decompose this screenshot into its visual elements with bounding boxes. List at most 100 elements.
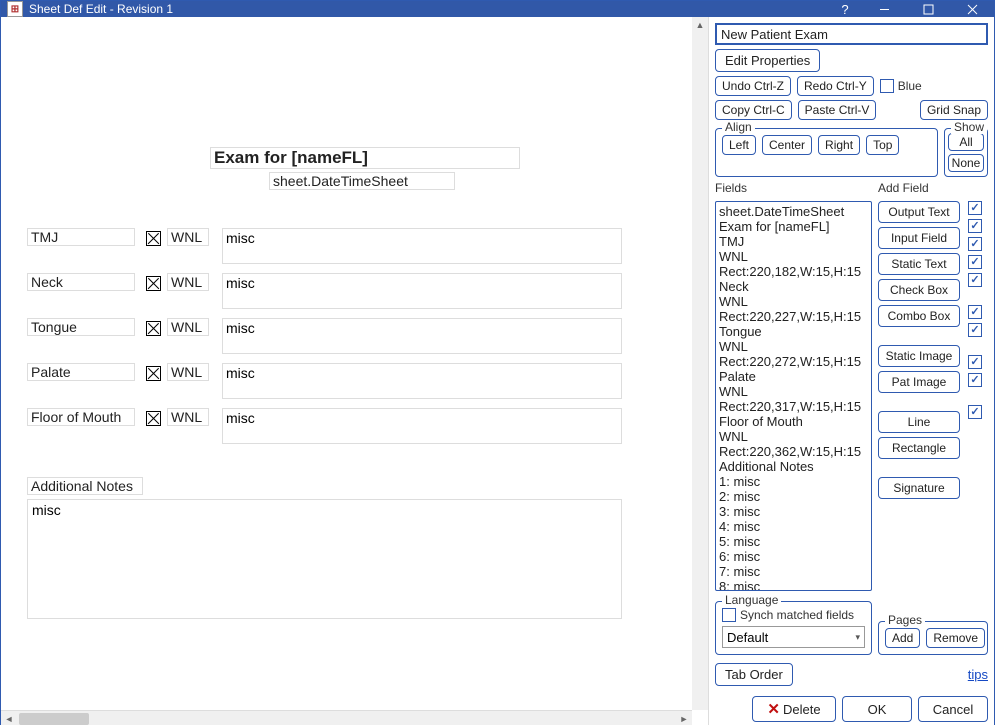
fields-list-item[interactable]: WNL bbox=[719, 429, 868, 444]
tips-link[interactable]: tips bbox=[968, 667, 988, 682]
add-signature-button[interactable]: Signature bbox=[878, 477, 960, 499]
h-scrollbar[interactable]: ◄ ► bbox=[1, 710, 692, 725]
tab-order-button[interactable]: Tab Order bbox=[715, 663, 793, 686]
fields-list-item[interactable]: WNL bbox=[719, 384, 868, 399]
fields-list-item[interactable]: Rect:220,272,W:15,H:15 bbox=[719, 354, 868, 369]
add-checkbox-button[interactable]: Check Box bbox=[878, 279, 960, 301]
h-scroll-thumb[interactable] bbox=[19, 713, 89, 725]
close-button[interactable] bbox=[950, 1, 994, 17]
fields-list-item[interactable]: Rect:220,317,W:15,H:15 bbox=[719, 399, 868, 414]
fields-list-item[interactable]: Palate bbox=[719, 369, 868, 384]
fields-list-item[interactable]: 6: misc bbox=[719, 549, 868, 564]
row-wnl-floor[interactable]: WNL bbox=[167, 408, 209, 426]
blue-checkbox[interactable]: Blue bbox=[880, 79, 922, 93]
page-add-button[interactable]: Add bbox=[885, 628, 920, 648]
paste-button[interactable]: Paste Ctrl-V bbox=[798, 100, 877, 120]
scroll-left-icon[interactable]: ◄ bbox=[1, 711, 17, 725]
row-check-palate[interactable] bbox=[146, 366, 161, 381]
undo-button[interactable]: Undo Ctrl-Z bbox=[715, 76, 791, 96]
row-misc-floor[interactable]: misc bbox=[222, 408, 622, 444]
fields-list-item[interactable]: Tongue bbox=[719, 324, 868, 339]
maximize-button[interactable] bbox=[906, 1, 950, 17]
fields-list-item[interactable]: WNL bbox=[719, 339, 868, 354]
show-checkbox-check[interactable] bbox=[968, 255, 982, 269]
show-all-button[interactable]: All bbox=[948, 133, 984, 151]
add-rectangle-button[interactable]: Rectangle bbox=[878, 437, 960, 459]
page-remove-button[interactable]: Remove bbox=[926, 628, 985, 648]
row-wnl-tmj[interactable]: WNL bbox=[167, 228, 209, 246]
cancel-button[interactable]: Cancel bbox=[918, 696, 988, 722]
ok-button[interactable]: OK bbox=[842, 696, 912, 722]
row-misc-tongue[interactable]: misc bbox=[222, 318, 622, 354]
delete-button[interactable]: ✕Delete bbox=[752, 696, 836, 722]
fields-list-item[interactable]: 8: misc bbox=[719, 579, 868, 591]
row-label-tmj[interactable]: TMJ bbox=[27, 228, 135, 246]
fields-list-item[interactable]: 1: misc bbox=[719, 474, 868, 489]
show-line-check[interactable] bbox=[968, 355, 982, 369]
align-top-button[interactable]: Top bbox=[866, 135, 899, 155]
show-pat-image-check[interactable] bbox=[968, 323, 982, 337]
row-wnl-palate[interactable]: WNL bbox=[167, 363, 209, 381]
help-button[interactable]: ? bbox=[828, 1, 862, 17]
row-check-floor[interactable] bbox=[146, 411, 161, 426]
grid-snap-button[interactable]: Grid Snap bbox=[920, 100, 988, 120]
fields-list-item[interactable]: WNL bbox=[719, 249, 868, 264]
sheet-canvas[interactable]: Exam for [nameFL] sheet.DateTimeSheet TM… bbox=[1, 17, 708, 725]
add-static-image-button[interactable]: Static Image bbox=[878, 345, 960, 367]
add-line-button[interactable]: Line bbox=[878, 411, 960, 433]
v-scrollbar[interactable]: ▲ bbox=[692, 17, 708, 710]
row-label-floor[interactable]: Floor of Mouth bbox=[27, 408, 135, 426]
fields-list-item[interactable]: TMJ bbox=[719, 234, 868, 249]
fields-list-item[interactable]: 3: misc bbox=[719, 504, 868, 519]
fields-list-item[interactable]: 2: misc bbox=[719, 489, 868, 504]
row-check-tmj[interactable] bbox=[146, 231, 161, 246]
row-label-palate[interactable]: Palate bbox=[27, 363, 135, 381]
show-signature-check[interactable] bbox=[968, 405, 982, 419]
row-label-tongue[interactable]: Tongue bbox=[27, 318, 135, 336]
show-output-text-check[interactable] bbox=[968, 201, 982, 215]
fields-list-item[interactable]: Rect:220,227,W:15,H:15 bbox=[719, 309, 868, 324]
add-pat-image-button[interactable]: Pat Image bbox=[878, 371, 960, 393]
sheet-title[interactable]: Exam for [nameFL] bbox=[210, 147, 520, 169]
edit-properties-button[interactable]: Edit Properties bbox=[715, 49, 820, 72]
show-static-text-check[interactable] bbox=[968, 237, 982, 251]
row-misc-neck[interactable]: misc bbox=[222, 273, 622, 309]
row-label-neck[interactable]: Neck bbox=[27, 273, 135, 291]
fields-list-item[interactable]: Additional Notes bbox=[719, 459, 868, 474]
add-static-text-button[interactable]: Static Text bbox=[878, 253, 960, 275]
sheet-date[interactable]: sheet.DateTimeSheet bbox=[269, 172, 455, 190]
row-check-neck[interactable] bbox=[146, 276, 161, 291]
fields-list-item[interactable]: 7: misc bbox=[719, 564, 868, 579]
show-rectangle-check[interactable] bbox=[968, 373, 982, 387]
show-none-button[interactable]: None bbox=[948, 154, 984, 172]
language-select[interactable]: Default ▾ bbox=[722, 626, 865, 648]
fields-list-item[interactable]: sheet.DateTimeSheet bbox=[719, 204, 868, 219]
notes-field[interactable]: misc bbox=[27, 499, 622, 619]
redo-button[interactable]: Redo Ctrl-Y bbox=[797, 76, 874, 96]
align-left-button[interactable]: Left bbox=[722, 135, 756, 155]
row-misc-tmj[interactable]: misc bbox=[222, 228, 622, 264]
align-right-button[interactable]: Right bbox=[818, 135, 860, 155]
scroll-up-icon[interactable]: ▲ bbox=[692, 17, 708, 33]
show-input-field-check[interactable] bbox=[968, 219, 982, 233]
add-combobox-button[interactable]: Combo Box bbox=[878, 305, 960, 327]
row-misc-palate[interactable]: misc bbox=[222, 363, 622, 399]
notes-label[interactable]: Additional Notes bbox=[27, 477, 143, 495]
fields-list-item[interactable]: Neck bbox=[719, 279, 868, 294]
fields-list-item[interactable]: Exam for [nameFL] bbox=[719, 219, 868, 234]
add-input-field-button[interactable]: Input Field bbox=[878, 227, 960, 249]
fields-listbox[interactable]: sheet.DateTimeSheetExam for [nameFL]TMJW… bbox=[715, 201, 872, 591]
show-combobox-check[interactable] bbox=[968, 273, 982, 287]
show-static-image-check[interactable] bbox=[968, 305, 982, 319]
add-output-text-button[interactable]: Output Text bbox=[878, 201, 960, 223]
row-wnl-neck[interactable]: WNL bbox=[167, 273, 209, 291]
scroll-right-icon[interactable]: ► bbox=[676, 711, 692, 725]
fields-list-item[interactable]: WNL bbox=[719, 294, 868, 309]
fields-list-item[interactable]: Rect:220,362,W:15,H:15 bbox=[719, 444, 868, 459]
minimize-button[interactable] bbox=[862, 1, 906, 17]
fields-list-item[interactable]: Floor of Mouth bbox=[719, 414, 868, 429]
synch-checkbox[interactable]: Synch matched fields bbox=[722, 608, 865, 622]
row-check-tongue[interactable] bbox=[146, 321, 161, 336]
fields-list-item[interactable]: 5: misc bbox=[719, 534, 868, 549]
fields-list-item[interactable]: 4: misc bbox=[719, 519, 868, 534]
